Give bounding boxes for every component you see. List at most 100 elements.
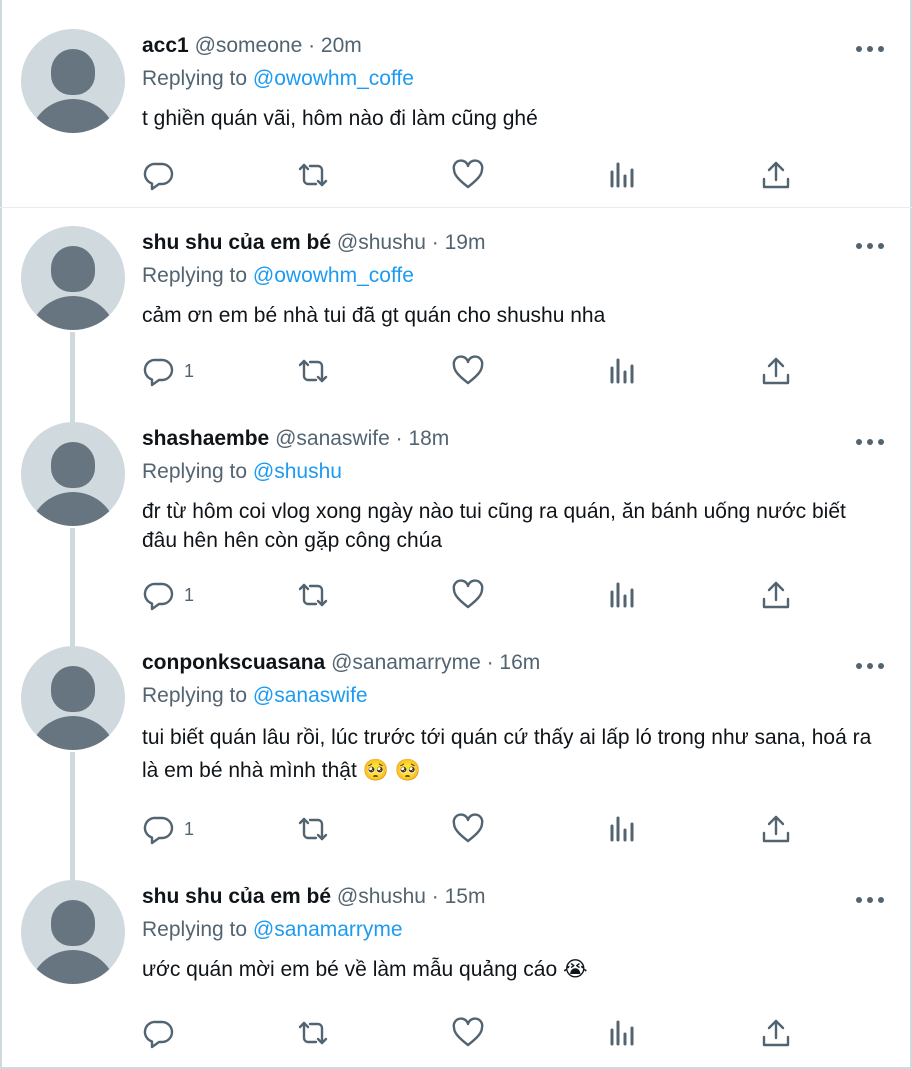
views-icon xyxy=(610,358,634,384)
tweet[interactable]: shu shu của em bé @shushu · 15m Replying… xyxy=(0,851,912,1067)
tweet-actions: 1 xyxy=(0,353,912,389)
views-button[interactable] xyxy=(605,1015,639,1051)
avatar-head-shape xyxy=(51,246,95,292)
reply-count: 1 xyxy=(184,584,195,605)
handle-and-time[interactable]: @shushu · 19m xyxy=(337,231,486,254)
share-button[interactable] xyxy=(759,577,793,613)
tweet[interactable]: conponkscuasana @sanamarryme · 16m Reply… xyxy=(0,617,912,851)
like-button[interactable] xyxy=(451,811,485,847)
reply-button[interactable]: 1 xyxy=(142,811,194,847)
reply-icon xyxy=(143,1020,174,1049)
display-name[interactable]: shashaembe xyxy=(142,427,269,450)
reply-count: 1 xyxy=(184,360,195,381)
like-button[interactable] xyxy=(451,1015,485,1051)
tweet-text: tui biết quán lâu rồi, lúc trước tới quá… xyxy=(142,726,872,782)
avatar[interactable] xyxy=(21,422,125,526)
retweet-icon xyxy=(298,817,328,841)
tweet-text: ước quán mời em bé về làm mẫu quảng cáo … xyxy=(142,958,588,981)
avatar-head-shape xyxy=(51,666,95,712)
views-button[interactable] xyxy=(605,353,639,389)
retweet-button[interactable] xyxy=(296,811,330,847)
display-name[interactable]: conponkscuasana xyxy=(142,651,325,674)
tweet-actions: 1 xyxy=(0,577,912,613)
replying-to: Replying to @shushu xyxy=(142,460,342,484)
avatar-body-shape xyxy=(29,950,117,984)
views-icon xyxy=(610,1020,634,1046)
views-button[interactable] xyxy=(605,811,639,847)
replying-to: Replying to @sanamarryme xyxy=(142,918,403,942)
tweet-actions xyxy=(0,157,912,193)
reply-button[interactable]: 1 xyxy=(142,353,194,389)
more-icon[interactable] xyxy=(856,243,884,251)
heart-icon xyxy=(452,579,484,609)
retweet-button[interactable] xyxy=(296,157,330,193)
views-button[interactable] xyxy=(605,577,639,613)
reply-icon xyxy=(143,162,174,191)
handle-and-time[interactable]: @shushu · 15m xyxy=(337,885,486,908)
share-icon xyxy=(762,161,790,189)
reply-count: 1 xyxy=(184,818,195,839)
tweet[interactable]: acc1 @someone · 20m Replying to @owowhm_… xyxy=(0,0,912,208)
heart-icon xyxy=(452,813,484,843)
replying-to-mention[interactable]: @shushu xyxy=(253,460,342,483)
avatar[interactable] xyxy=(21,226,125,330)
more-icon[interactable] xyxy=(856,439,884,447)
retweet-icon xyxy=(298,583,328,607)
avatar-head-shape xyxy=(51,442,95,488)
avatar-body-shape xyxy=(29,716,117,750)
reply-button[interactable]: 1 xyxy=(142,577,194,613)
avatar[interactable] xyxy=(21,29,125,133)
more-icon[interactable] xyxy=(856,897,884,905)
heart-icon xyxy=(452,159,484,189)
replying-to-prefix: Replying to xyxy=(142,460,253,483)
views-icon xyxy=(610,816,634,842)
tweet-header: conponkscuasana @sanamarryme · 16m xyxy=(142,651,540,675)
views-icon xyxy=(610,162,634,188)
retweet-icon xyxy=(298,163,328,187)
replying-to-prefix: Replying to xyxy=(142,918,253,941)
tweet-text: đr từ hôm coi vlog xong ngày nào tui cũn… xyxy=(142,500,846,552)
replying-to-mention[interactable]: @sanaswife xyxy=(253,684,368,707)
tweet-header: shu shu của em bé @shushu · 15m xyxy=(142,885,485,909)
like-button[interactable] xyxy=(451,353,485,389)
like-button[interactable] xyxy=(451,577,485,613)
more-icon[interactable] xyxy=(856,46,884,54)
replying-to: Replying to @owowhm_coffe xyxy=(142,67,414,91)
avatar[interactable] xyxy=(21,646,125,750)
share-button[interactable] xyxy=(759,157,793,193)
handle-and-time[interactable]: @someone · 20m xyxy=(195,34,362,57)
replying-to-mention[interactable]: @sanamarryme xyxy=(253,918,403,941)
reply-icon xyxy=(143,582,174,611)
share-button[interactable] xyxy=(759,353,793,389)
tweet[interactable]: shu shu của em bé @shushu · 19m Replying… xyxy=(0,197,912,393)
tweet-actions: 1 xyxy=(0,811,912,847)
replying-to-mention[interactable]: @owowhm_coffe xyxy=(253,264,414,287)
share-icon xyxy=(762,357,790,385)
display-name[interactable]: shu shu của em bé xyxy=(142,231,331,254)
share-button[interactable] xyxy=(759,1015,793,1051)
avatar-head-shape xyxy=(51,49,95,95)
share-button[interactable] xyxy=(759,811,793,847)
display-name[interactable]: shu shu của em bé xyxy=(142,885,331,908)
tweet-header: acc1 @someone · 20m xyxy=(142,34,362,58)
views-button[interactable] xyxy=(605,157,639,193)
retweet-button[interactable] xyxy=(296,577,330,613)
share-icon xyxy=(762,815,790,843)
retweet-button[interactable] xyxy=(296,353,330,389)
replying-to-prefix: Replying to xyxy=(142,67,253,90)
tweet-header: shu shu của em bé @shushu · 19m xyxy=(142,231,485,255)
handle-and-time[interactable]: @sanamarryme · 16m xyxy=(331,651,540,674)
tweet[interactable]: shashaembe @sanaswife · 18m Replying to … xyxy=(0,393,912,617)
avatar[interactable] xyxy=(21,880,125,984)
like-button[interactable] xyxy=(451,157,485,193)
reply-icon xyxy=(143,358,174,387)
reply-button[interactable] xyxy=(142,157,184,193)
display-name[interactable]: acc1 xyxy=(142,34,189,57)
replying-to-prefix: Replying to xyxy=(142,264,253,287)
replying-to-mention[interactable]: @owowhm_coffe xyxy=(253,67,414,90)
reply-button[interactable] xyxy=(142,1015,184,1051)
handle-and-time[interactable]: @sanaswife · 18m xyxy=(275,427,449,450)
more-icon[interactable] xyxy=(856,663,884,671)
tweet-text: t ghiền quán vãi, hôm nào đi làm cũng gh… xyxy=(142,107,538,130)
retweet-button[interactable] xyxy=(296,1015,330,1051)
